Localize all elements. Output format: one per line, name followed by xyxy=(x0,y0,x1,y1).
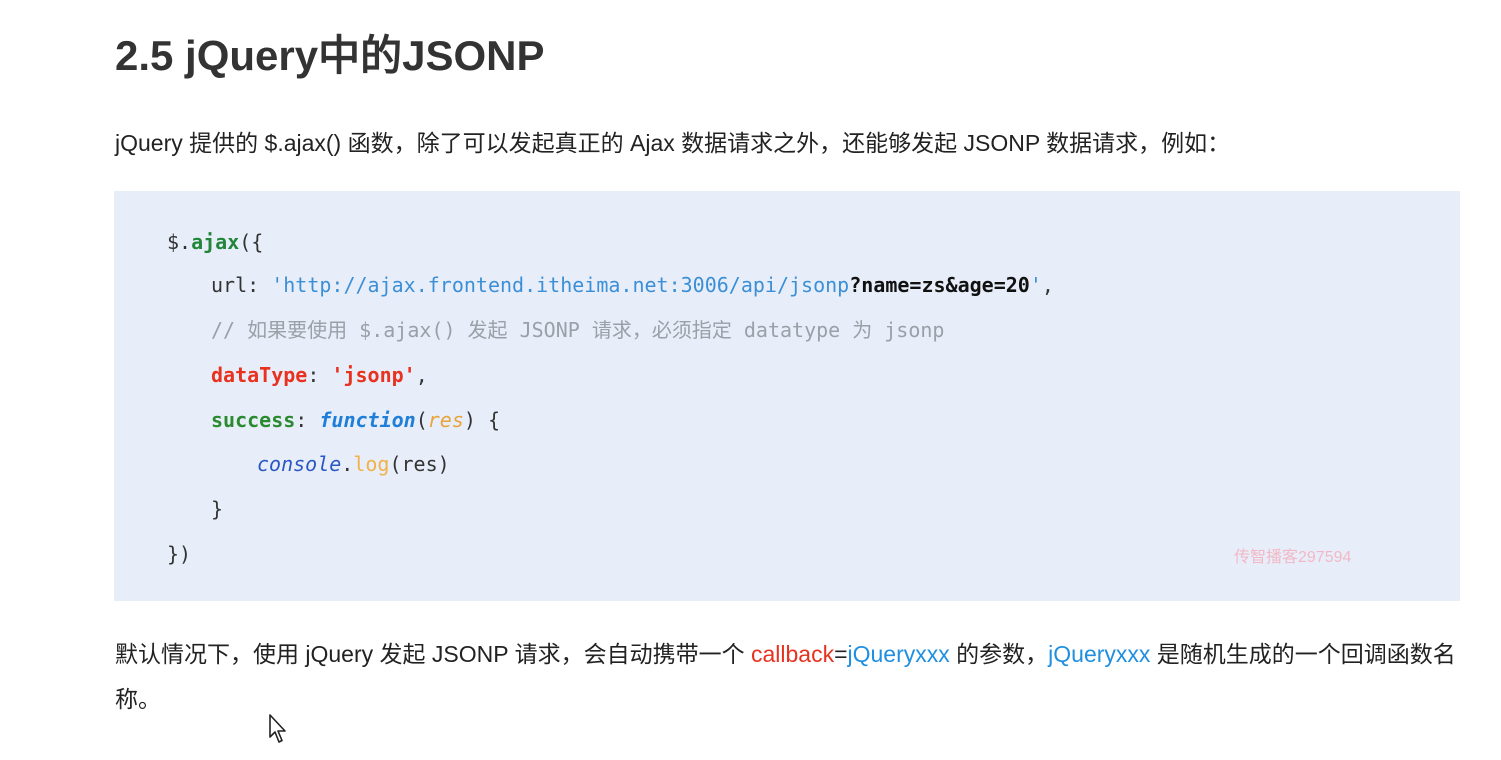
code-token: 'jsonp' xyxy=(331,363,416,387)
code-comment: // 如果要使用 $.ajax() 发起 JSONP 请求，必须指定 datat… xyxy=(211,318,945,342)
intro-text: jQuery 提供的 $.ajax() 函数，除了可以发起真正的 Ajax 数据… xyxy=(115,130,1231,156)
jquery-callback-highlight: jQueryxxx xyxy=(1048,641,1151,667)
code-token: ' xyxy=(1029,273,1042,297)
callback-highlight: callback xyxy=(750,641,835,667)
code-token: dataType xyxy=(211,363,308,387)
code-query: ?name=zs&age=20 xyxy=(849,273,1030,297)
code-line-8: }) xyxy=(167,539,191,569)
para-text: 的参数， xyxy=(949,641,1049,667)
code-line-2: url: 'http://ajax.frontend.itheima.net:3… xyxy=(211,270,1054,300)
code-token: , xyxy=(1041,273,1054,297)
explanation-paragraph: 默认情况下，使用 jQuery 发起 JSONP 请求，会自动携带一个 call… xyxy=(115,632,1485,722)
page-title: 2.5 jQuery中的JSONP xyxy=(115,32,545,79)
code-line-4: dataType: 'jsonp', xyxy=(211,360,428,390)
code-line-5: success: function(res) { xyxy=(211,405,500,435)
code-token: . xyxy=(341,452,354,476)
code-token: }) xyxy=(167,542,192,566)
code-token: } xyxy=(211,497,224,521)
code-token: ajax xyxy=(191,230,240,254)
code-token: url: xyxy=(211,273,272,297)
para-text: = xyxy=(834,641,848,667)
code-token: ({ xyxy=(239,230,264,254)
jquery-callback-highlight: jQueryxxx xyxy=(847,641,950,667)
code-block xyxy=(114,191,1460,601)
code-token: success xyxy=(211,408,296,432)
code-token: res xyxy=(427,408,464,432)
code-token: (res) xyxy=(389,452,450,476)
code-token: ) { xyxy=(463,408,501,432)
code-token: : xyxy=(295,408,320,432)
code-token: ( xyxy=(415,408,428,432)
code-line-3: // 如果要使用 $.ajax() 发起 JSONP 请求，必须指定 datat… xyxy=(211,315,944,345)
code-line-1: $.ajax({ xyxy=(167,227,263,257)
mouse-cursor-icon xyxy=(269,714,286,743)
code-token: , xyxy=(415,363,428,387)
code-url: http://ajax.frontend.itheima.net:3006/ap… xyxy=(283,273,850,297)
code-token: $. xyxy=(167,230,192,254)
code-token: console xyxy=(257,452,342,476)
code-token: function xyxy=(319,408,416,432)
code-line-7: } xyxy=(211,494,223,524)
para-text: 默认情况下，使用 jQuery 发起 JSONP 请求，会自动携带一个 xyxy=(115,641,751,667)
code-line-6: console.log(res) xyxy=(257,449,450,479)
code-token: ' xyxy=(271,273,284,297)
code-token: log xyxy=(353,452,390,476)
watermark: 传智播客297594 xyxy=(1234,549,1352,566)
code-token: : xyxy=(307,363,332,387)
